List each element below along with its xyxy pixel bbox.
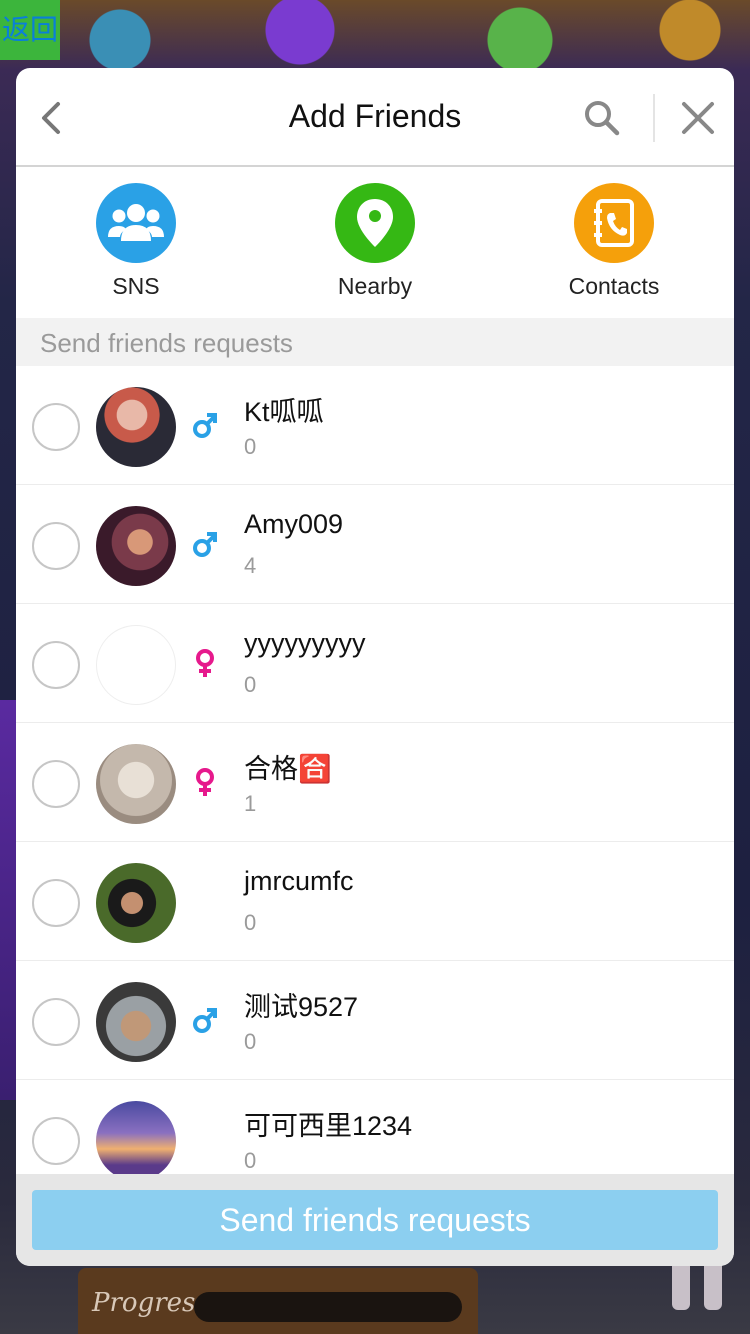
friend-row[interactable]: yyyyyyyyy 0 xyxy=(16,604,734,723)
friend-name: 可可西里1234 xyxy=(244,1111,413,1141)
avatar xyxy=(96,1101,176,1174)
avatar xyxy=(96,387,176,467)
friend-count: 0 xyxy=(244,672,257,697)
nearby-label: Nearby xyxy=(337,273,413,299)
avatar xyxy=(96,744,176,824)
contacts-label: Contacts xyxy=(568,273,660,299)
friend-name: 合格🈴 xyxy=(244,754,332,784)
friend-count: 0 xyxy=(244,910,257,935)
select-checkbox[interactable] xyxy=(32,403,80,451)
friend-list: Kt呱呱 0 Amy009 4 yyyyyyyyy 0 合格🈴 1 jmrcum… xyxy=(16,366,734,1174)
male-icon xyxy=(193,413,217,438)
dialog-footer: Send friends requests xyxy=(16,1174,734,1266)
contacts-book-icon xyxy=(594,199,634,247)
avatar xyxy=(96,982,176,1062)
send-friend-requests-button[interactable]: Send friends requests xyxy=(32,1190,718,1250)
select-checkbox[interactable] xyxy=(32,522,80,570)
friend-row[interactable]: 测试9527 0 xyxy=(16,961,734,1080)
sns-button[interactable]: SNS xyxy=(56,183,216,313)
friend-row[interactable]: jmrcumfc 0 xyxy=(16,842,734,961)
location-pin-icon xyxy=(357,199,393,247)
progress-label: Progress xyxy=(92,1288,209,1318)
add-friends-dialog: Add Friends SNS Nearby Contacts Send fri… xyxy=(16,68,734,1266)
section-title: Send friends requests xyxy=(40,328,293,358)
chevron-left-icon xyxy=(42,102,60,134)
sns-label: SNS xyxy=(112,273,160,299)
select-checkbox[interactable] xyxy=(32,879,80,927)
friend-name: Amy009 xyxy=(244,509,344,539)
game-background-decoration xyxy=(0,700,16,1100)
header-divider xyxy=(653,94,655,142)
select-checkbox[interactable] xyxy=(32,1117,80,1165)
people-icon xyxy=(108,204,164,241)
friend-name: 测试9527 xyxy=(244,992,359,1022)
nearby-icon-circle xyxy=(335,183,415,263)
contacts-button[interactable]: Contacts xyxy=(534,183,694,313)
friend-row[interactable]: Kt呱呱 0 xyxy=(16,366,734,485)
friend-row[interactable]: 可可西里1234 0 xyxy=(16,1080,734,1174)
friend-name: jmrcumfc xyxy=(244,866,354,896)
male-icon xyxy=(193,1008,217,1033)
friend-count: 0 xyxy=(244,1029,257,1054)
friend-count: 1 xyxy=(244,791,257,816)
back-badge[interactable]: 返回 xyxy=(0,0,60,60)
progress-bar xyxy=(194,1292,462,1322)
friend-count: 4 xyxy=(244,553,257,578)
back-button[interactable] xyxy=(34,98,70,138)
male-icon xyxy=(193,532,217,557)
section-header: Send friends requests xyxy=(16,318,734,366)
avatar xyxy=(96,506,176,586)
dialog-header: Add Friends xyxy=(16,68,734,167)
avatar xyxy=(96,863,176,943)
friend-count: 0 xyxy=(244,434,257,459)
female-icon xyxy=(196,649,214,677)
friend-name: Kt呱呱 xyxy=(244,397,324,427)
friend-row[interactable]: Amy009 4 xyxy=(16,485,734,604)
add-methods: SNS Nearby Contacts xyxy=(16,169,734,317)
close-button[interactable] xyxy=(680,100,716,136)
sns-icon-circle xyxy=(96,183,176,263)
select-checkbox[interactable] xyxy=(32,998,80,1046)
female-icon xyxy=(196,768,214,796)
nearby-button[interactable]: Nearby xyxy=(295,183,455,313)
friend-row[interactable]: 合格🈴 1 xyxy=(16,723,734,842)
avatar xyxy=(96,625,176,705)
select-checkbox[interactable] xyxy=(32,641,80,689)
close-icon xyxy=(682,102,714,134)
contacts-icon-circle xyxy=(574,183,654,263)
search-button[interactable] xyxy=(582,98,622,138)
search-icon xyxy=(585,101,620,136)
select-checkbox[interactable] xyxy=(32,760,80,808)
friend-count: 0 xyxy=(244,1148,257,1173)
friend-name: yyyyyyyyy xyxy=(244,628,366,658)
dialog-title: Add Friends xyxy=(288,98,462,134)
